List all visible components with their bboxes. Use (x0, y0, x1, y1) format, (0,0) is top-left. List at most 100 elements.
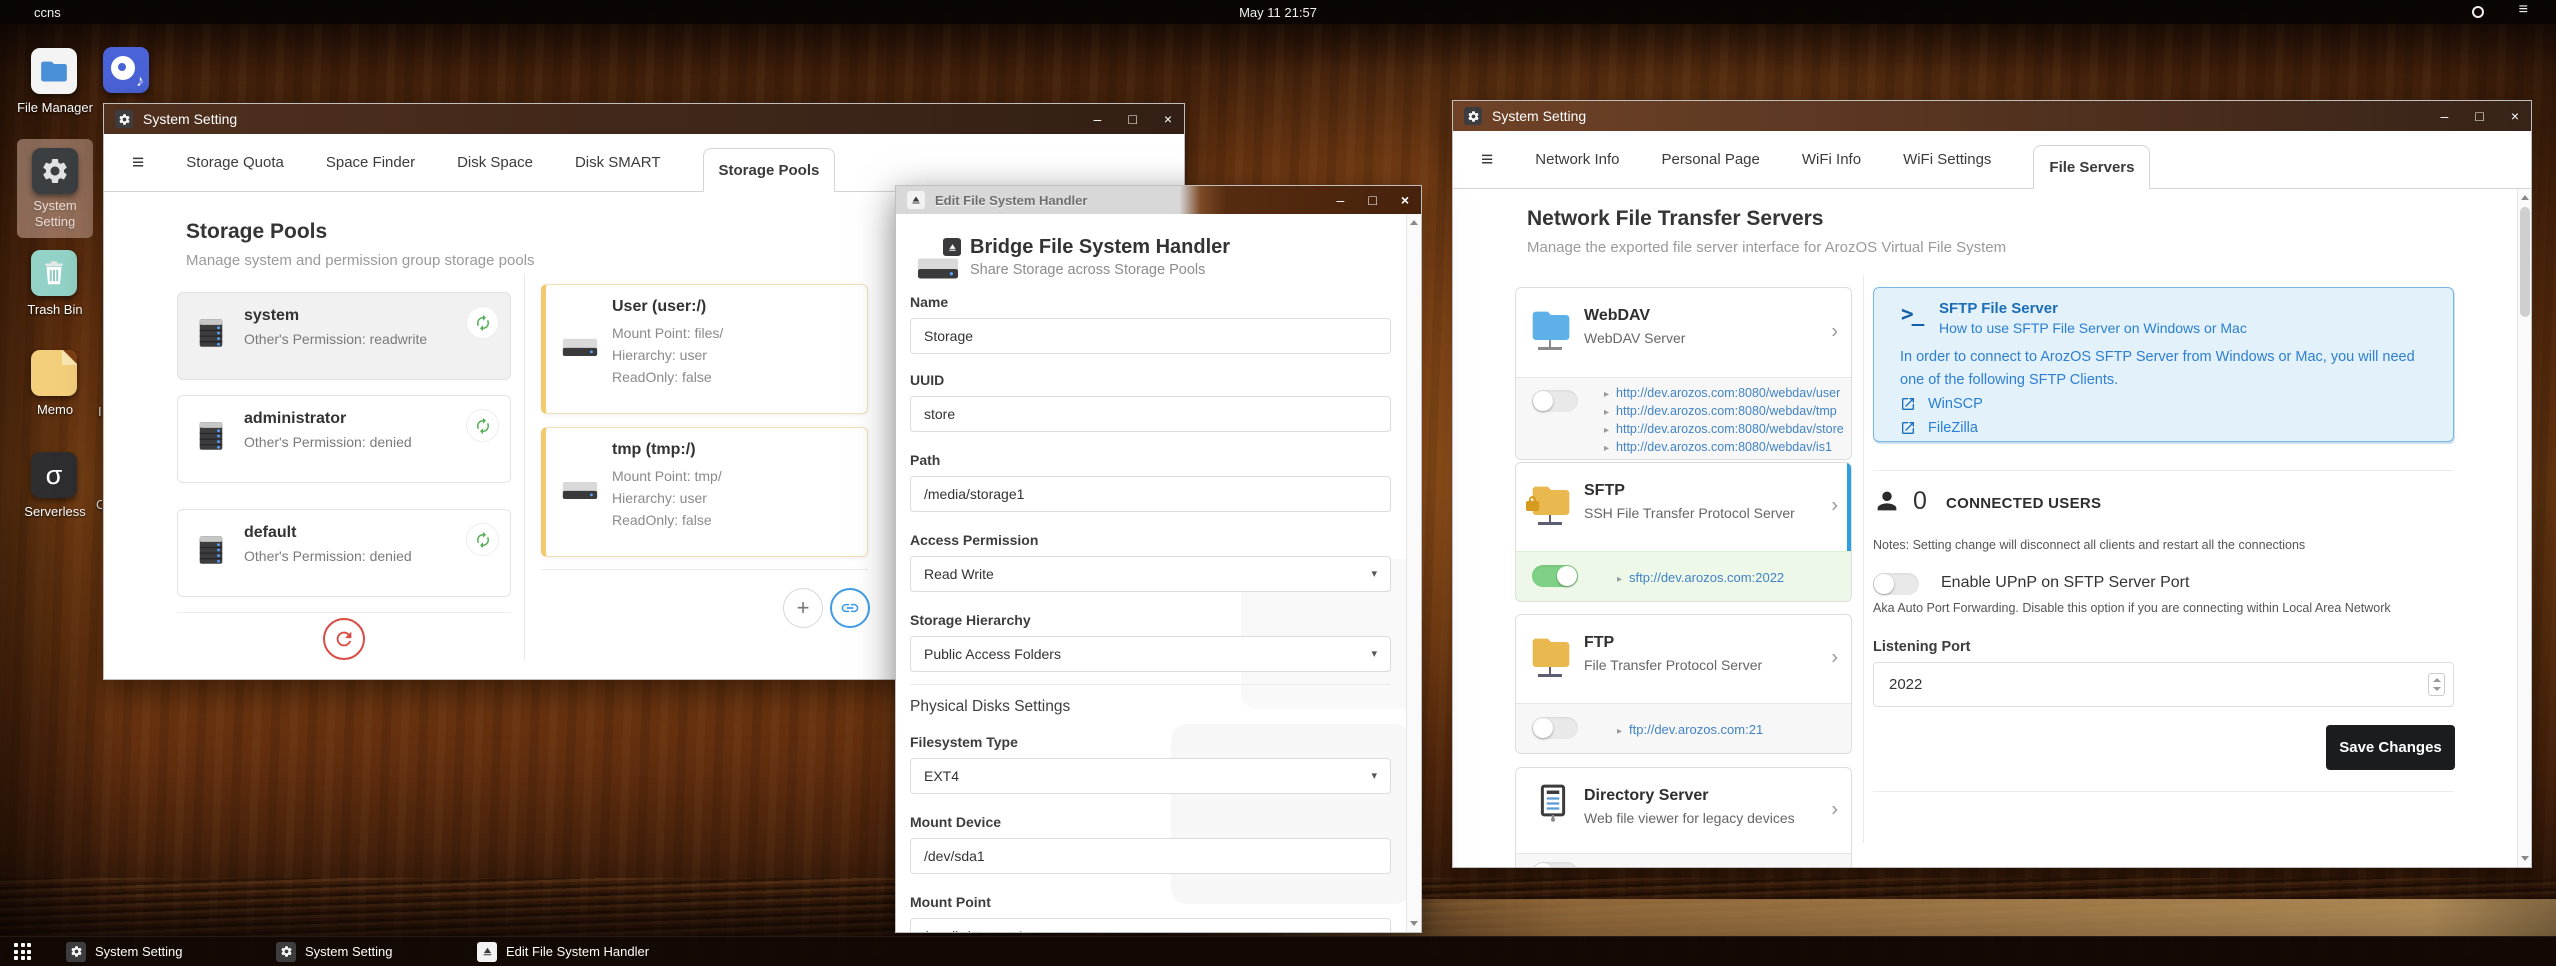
status-circle-icon[interactable] (2472, 6, 2484, 18)
close-button[interactable]: × (1401, 192, 1409, 208)
desktop-icon-system-setting[interactable] (32, 148, 78, 194)
maximize-button[interactable]: □ (2475, 108, 2483, 124)
access-permission-select[interactable]: Read Write ▾ (910, 556, 1391, 592)
desktop-icon-trash-bin[interactable] (31, 250, 77, 296)
sftp-enable-toggle[interactable] (1532, 565, 1578, 587)
sftp-howto-link[interactable]: How to use SFTP File Server on Windows o… (1939, 320, 2247, 336)
directory-enable-toggle[interactable] (1532, 862, 1578, 867)
taskbar-item-system-setting-2[interactable]: System Setting (276, 937, 392, 966)
chevron-right-icon[interactable]: › (1831, 647, 1838, 670)
uuid-input[interactable] (910, 396, 1391, 432)
scroll-down-icon[interactable] (1410, 921, 1418, 926)
tab-space-finder[interactable]: Space Finder (326, 154, 415, 171)
connected-users-label: CONNECTED USERS (1946, 495, 2102, 512)
close-button[interactable]: × (2511, 108, 2519, 124)
pool-card-administrator[interactable]: administrator Other's Permission: denied (177, 395, 511, 483)
desktop-icon-file-manager[interactable] (31, 48, 77, 94)
scrollbar[interactable] (1406, 214, 1421, 932)
maximize-button[interactable]: □ (1368, 192, 1376, 208)
sync-pool-button[interactable] (466, 306, 499, 339)
storage-hierarchy-select[interactable]: Public Access Folders ▾ (910, 636, 1391, 672)
ftp-url-link[interactable]: ▸ ftp://dev.arozos.com:21 (1617, 722, 1763, 737)
link-icon (840, 598, 860, 618)
desktop-icon-music[interactable]: ♪ (103, 47, 149, 93)
webdav-url-link[interactable]: ▸ http://dev.arozos.com:8080/webdav/user (1604, 386, 1840, 400)
minimize-button[interactable]: – (1094, 111, 1102, 127)
plus-icon: + (796, 595, 810, 620)
tab-network-info[interactable]: Network Info (1535, 151, 1619, 168)
filesystem-type-select[interactable]: EXT4 ▾ (910, 758, 1391, 794)
server-subtitle: WebDAV Server (1584, 330, 1686, 346)
maximize-button[interactable]: □ (1128, 111, 1136, 127)
chevron-right-icon[interactable]: › (1831, 495, 1838, 518)
number-stepper[interactable] (2428, 673, 2445, 696)
tab-wifi-info[interactable]: WiFi Info (1802, 151, 1861, 168)
scroll-up-icon[interactable] (1410, 220, 1418, 225)
webdav-url-link[interactable]: ▸ http://dev.arozos.com:8080/webdav/tmp (1604, 404, 1837, 418)
server-subtitle: File Transfer Protocol Server (1584, 657, 1763, 673)
window-title: System Setting (143, 111, 238, 127)
connected-count: 0 (1913, 487, 1927, 515)
tab-disk-smart[interactable]: Disk SMART (575, 154, 661, 171)
app-launcher-icon[interactable] (14, 943, 31, 960)
refresh-pools-button[interactable] (323, 618, 365, 660)
webdav-url-link[interactable]: ▸ http://dev.arozos.com:8080/webdav/store (1604, 422, 1844, 436)
ftp-enable-toggle[interactable] (1532, 717, 1578, 739)
title-bar[interactable]: System Setting – □ × (1453, 101, 2531, 131)
webdav-url-link[interactable]: ▸ http://dev.arozos.com:8080/webdav/is1 (1604, 440, 1832, 454)
hamburger-icon[interactable]: ≡ (132, 151, 144, 175)
minimize-button[interactable]: – (1337, 192, 1345, 208)
taskbar-item-edit-fsh[interactable]: Edit File System Handler (477, 937, 649, 966)
webdav-enable-toggle[interactable] (1532, 390, 1578, 412)
dialog-subtitle: Share Storage across Storage Pools (970, 262, 1206, 278)
page-title: Network File Transfer Servers (1527, 207, 1824, 230)
tab-disk-space[interactable]: Disk Space (457, 154, 533, 171)
mount-point-input[interactable] (910, 918, 1391, 932)
pool-card-system[interactable]: system Other's Permission: readwrite (177, 292, 511, 380)
add-fsh-button[interactable]: + (783, 588, 823, 628)
hamburger-icon[interactable]: ≡ (1481, 148, 1493, 172)
minimize-button[interactable]: – (2441, 108, 2449, 124)
scrollbar[interactable] (2517, 189, 2531, 867)
directory-server-card[interactable]: Directory Server Web file viewer for leg… (1515, 767, 1852, 867)
tab-file-servers[interactable]: File Servers (2033, 145, 2151, 189)
scroll-thumb[interactable] (2520, 207, 2530, 317)
webdav-server-card[interactable]: WebDAV WebDAV Server › ▸ http://dev.arozo… (1515, 287, 1852, 460)
page-subtitle: Manage system and permission group stora… (186, 252, 535, 269)
upnp-toggle[interactable] (1873, 573, 1919, 595)
desktop-icon-serverless[interactable]: σ (31, 452, 77, 498)
desktop-icon-memo[interactable] (31, 350, 77, 396)
menu-icon[interactable]: ≡ (2519, 1, 2528, 19)
sync-pool-button[interactable] (466, 523, 499, 556)
mount-device-input[interactable] (910, 838, 1391, 874)
pool-card-default[interactable]: default Other's Permission: denied (177, 509, 511, 597)
path-input[interactable] (910, 476, 1391, 512)
sftp-server-card[interactable]: SFTP SSH File Transfer Protocol Server ›… (1515, 462, 1852, 602)
tab-storage-quota[interactable]: Storage Quota (186, 154, 284, 171)
listening-port-input[interactable] (1873, 662, 2454, 707)
save-changes-button[interactable]: Save Changes (2326, 725, 2455, 770)
sftp-url-link[interactable]: ▸ sftp://dev.arozos.com:2022 (1617, 570, 1784, 585)
title-bar[interactable]: System Setting – □ × (104, 104, 1184, 134)
tab-storage-pools[interactable]: Storage Pools (702, 148, 836, 192)
ftp-server-card[interactable]: FTP File Transfer Protocol Server › ▸ ftp… (1515, 614, 1852, 754)
window-title: Edit File System Handler (935, 192, 1088, 208)
tab-wifi-settings[interactable]: WiFi Settings (1903, 151, 1991, 168)
chevron-right-icon[interactable]: › (1831, 320, 1838, 343)
mount-hierarchy: Hierarchy: user (612, 347, 707, 363)
bridge-fsh-button[interactable] (830, 588, 870, 628)
chevron-right-icon[interactable]: › (1831, 798, 1838, 821)
scroll-down-icon[interactable] (2521, 856, 2529, 861)
sync-pool-button[interactable] (466, 409, 499, 442)
mount-card-tmp[interactable]: tmp (tmp:/) Mount Point: tmp/ Hierarchy:… (541, 427, 868, 557)
name-input[interactable] (910, 318, 1391, 354)
tab-personal-page[interactable]: Personal Page (1661, 151, 1759, 168)
close-button[interactable]: × (1164, 111, 1172, 127)
scroll-up-icon[interactable] (2521, 195, 2529, 200)
memo-icon (31, 350, 77, 396)
winscp-link[interactable]: WinSCP (1900, 396, 1983, 412)
filezilla-link[interactable]: FileZilla (1900, 420, 1978, 436)
title-bar[interactable]: Edit File System Handler – □ × (896, 186, 1421, 214)
taskbar-item-system-setting-1[interactable]: System Setting (66, 937, 182, 966)
mount-card-user[interactable]: User (user:/) Mount Point: files/ Hierar… (541, 284, 868, 414)
